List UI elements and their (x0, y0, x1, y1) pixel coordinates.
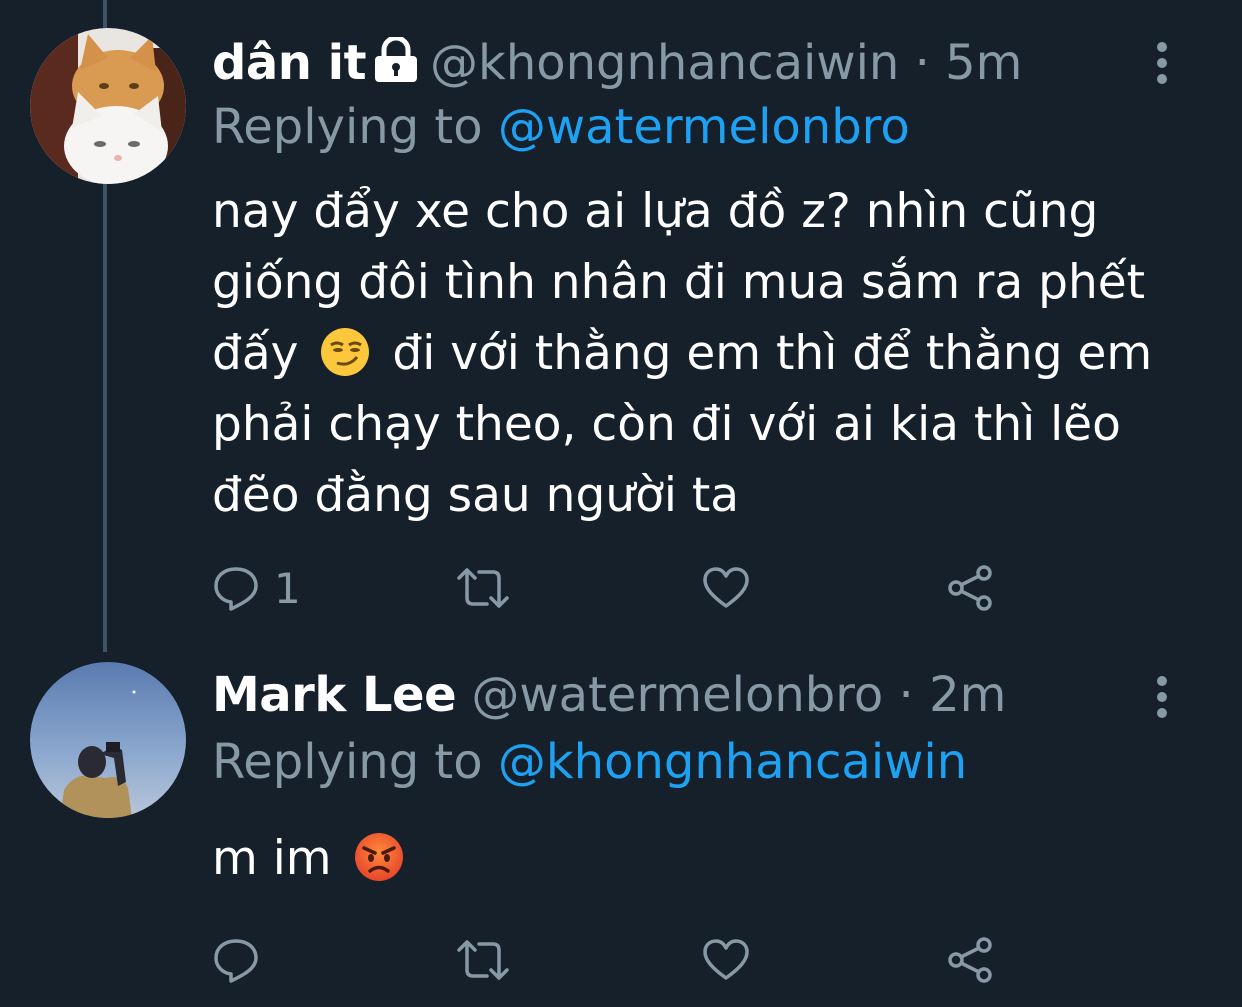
display-name[interactable]: Mark Lee (212, 667, 457, 723)
tweet-text: m im (212, 823, 1212, 894)
retweet-button[interactable] (455, 930, 511, 990)
timestamp[interactable]: 2m (929, 667, 1006, 723)
angry-face-emoji (353, 831, 405, 883)
user-handle[interactable]: @watermelonbro (471, 667, 883, 723)
action-bar (0, 930, 1242, 990)
like-button[interactable] (702, 930, 750, 990)
person-sky-avatar-image (30, 662, 186, 818)
tweet-text: nay đẩy xe cho ai lựa đồ z? nhìn cũng gi… (212, 176, 1212, 531)
tweet-text-part: m im (212, 831, 332, 886)
lock-icon (372, 35, 420, 97)
tweet-header: dân it @khongnhancaiwin · 5m (212, 33, 1022, 97)
reply-count: 1 (274, 563, 301, 613)
share-button[interactable] (946, 930, 996, 990)
mention-link[interactable]: @watermelonbro (498, 99, 910, 155)
replying-to-label: Replying to (212, 99, 483, 155)
tweet-header: Mark Lee @watermelonbro · 2m (212, 665, 1006, 725)
reply-icon (214, 567, 258, 611)
avatar[interactable] (30, 662, 186, 818)
heart-icon (703, 939, 749, 980)
replying-to-line: Replying to @watermelonbro (212, 97, 910, 157)
more-options-icon[interactable] (1150, 675, 1174, 719)
cats-avatar-image (30, 28, 186, 184)
share-button[interactable] (946, 558, 996, 618)
replying-to-line: Replying to @khongnhancaiwin (212, 732, 967, 792)
like-button[interactable] (702, 558, 750, 618)
tweet-thread: dân it @khongnhancaiwin · 5m Replying to … (0, 0, 1242, 1007)
tweet[interactable]: dân it @khongnhancaiwin · 5m Replying to … (0, 0, 1242, 660)
user-handle[interactable]: @khongnhancaiwin (430, 35, 899, 91)
heart-icon (703, 567, 749, 608)
reply-button[interactable]: 1 (212, 558, 301, 618)
retweet-button[interactable] (455, 558, 511, 618)
share-icon (948, 565, 992, 611)
more-options-icon[interactable] (1150, 41, 1174, 85)
action-bar: 1 (0, 558, 1242, 618)
retweet-icon (457, 940, 509, 980)
separator-dot: · (898, 667, 914, 723)
reply-button[interactable] (212, 930, 274, 990)
timestamp[interactable]: 5m (945, 35, 1022, 91)
replying-to-label: Replying to (212, 734, 483, 790)
display-name[interactable]: dân it (212, 35, 367, 91)
avatar[interactable] (30, 28, 186, 184)
share-icon (948, 937, 992, 983)
separator-dot: · (914, 35, 930, 91)
reply-icon (214, 939, 258, 983)
smirking-face-emoji (319, 326, 371, 378)
mention-link[interactable]: @khongnhancaiwin (498, 734, 967, 790)
retweet-icon (457, 568, 509, 608)
tweet[interactable]: Mark Lee @watermelonbro · 2m Replying to… (0, 660, 1242, 1007)
